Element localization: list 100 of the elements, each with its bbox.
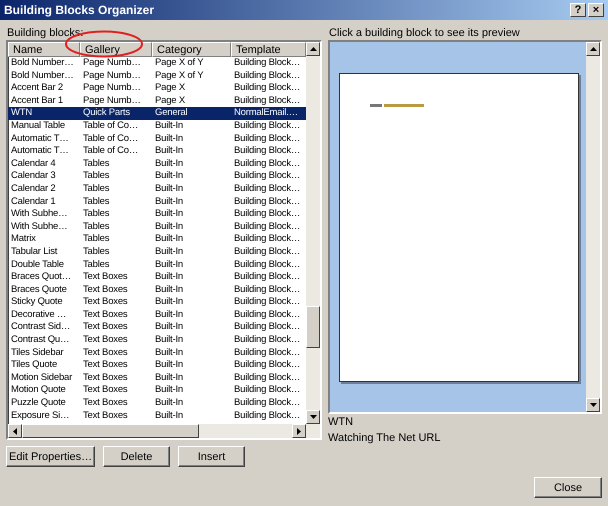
table-cell-text: WTN (10, 107, 34, 120)
table-cell-text: Built-In (154, 359, 184, 372)
table-cell-text: Built-In (154, 334, 184, 347)
table-cell-text: Tables (82, 233, 110, 246)
table-row[interactable]: Bold Number… Page Numb… Page X of Y Building Block… (8, 70, 306, 82)
scrollbar-thumb[interactable] (306, 306, 320, 348)
table-cell-text: Built-In (154, 372, 184, 384)
table-cell-text: Built-In (154, 346, 184, 360)
table-cell-text: Building Block… (233, 308, 302, 322)
table-row[interactable]: With Subhe… Tables Built-In Building Block… (8, 208, 306, 221)
table-row[interactable]: Motion Quote Text Boxes Built-In Building Block… (8, 384, 306, 398)
table-cell-text: Sticky Quote (10, 296, 64, 309)
table-row[interactable]: Exposure Si… Text Boxes Built-In Building Block… (8, 410, 306, 422)
preview-text-line (370, 104, 424, 107)
table-cell-text: Built-In (154, 182, 184, 196)
preview-hint: Click a building block to see its preview (328, 26, 521, 40)
table-cell-text: Text Boxes (82, 284, 128, 296)
table-row[interactable]: Decorative … Text Boxes Built-In Building Block… (8, 308, 306, 322)
table-cell-text: Tables (82, 158, 110, 170)
help-button[interactable]: ? (570, 3, 586, 17)
dialog-button[interactable]: Insert (178, 446, 245, 467)
dialog-button[interactable]: Delete (103, 446, 170, 467)
table-cell-text: Page X of Y (154, 70, 204, 82)
table-cell-text: Text Boxes (82, 296, 128, 309)
table-cell-text: Building Block… (233, 258, 302, 272)
table-cell-text: Built-In (154, 410, 184, 422)
column-header[interactable]: Category (152, 42, 231, 57)
table-cell-text: Built-In (154, 233, 184, 246)
table-row[interactable]: Manual Table Table of Co… Built-In Building Block… (8, 120, 306, 133)
table-cell-text: Page X (154, 94, 186, 108)
table-cell-text: Quick Parts (82, 107, 131, 120)
table-cell-text: Building Block… (233, 120, 302, 133)
table-row[interactable]: Calendar 4 Tables Built-In Building Block… (8, 158, 306, 170)
table-cell-text: Built-In (154, 296, 184, 309)
table-cell-text: Built-In (154, 258, 184, 272)
table-cell-text: Automatic T… (10, 145, 70, 158)
table-cell-text: Text Boxes (82, 359, 128, 372)
table-cell-text: Exposure Si… (10, 410, 70, 422)
table-cell-text: Built-In (154, 321, 184, 334)
table-row[interactable]: Automatic T… Table of Co… Built-In Building Block… (8, 132, 306, 146)
table-row[interactable]: Double Table Tables Built-In Building Block… (8, 258, 306, 272)
table-row[interactable]: Calendar 3 Tables Built-In Building Block… (8, 170, 306, 183)
table-cell-text: With Subhe… (10, 220, 68, 234)
table-cell-text: Building Block… (233, 359, 302, 372)
table-row[interactable]: Tiles Quote Text Boxes Built-In Building Block… (8, 359, 306, 372)
table-row[interactable]: Puzzle Quote Text Boxes Built-In Building Block… (8, 397, 306, 410)
table-cell-text: Braces Quote (10, 284, 68, 296)
table-row[interactable]: With Subhe… Tables Built-In Building Block… (8, 220, 306, 234)
table-row[interactable]: Tabular List Tables Built-In Building Block… (8, 246, 306, 258)
table-row[interactable]: Matrix Tables Built-In Building Block… (8, 233, 306, 246)
table-cell-text: Building Block… (233, 372, 302, 384)
table-cell-text: Tables (82, 170, 110, 183)
close-button[interactable]: Close (534, 477, 602, 498)
scroll-left-icon (13, 428, 17, 434)
table-cell-text: Motion Sidebar (10, 372, 74, 384)
table-cell-text: Building Block… (233, 182, 302, 196)
table-cell-text: Building Block… (233, 57, 302, 70)
scroll-right-icon (297, 428, 301, 434)
scrollbar-thumb[interactable] (22, 424, 199, 438)
table-row[interactable]: Accent Bar 1 Page Numb… Page X Building Block… (8, 94, 306, 108)
table-row[interactable]: Tiles Sidebar Text Boxes Built-In Building Block… (8, 346, 306, 360)
table-row[interactable]: Motion Sidebar Text Boxes Built-In Building Block… (8, 372, 306, 384)
table-row[interactable]: Bold Number… Page Numb… Page X of Y Building Block… (8, 57, 306, 70)
table-cell-text: Puzzle Quote (10, 397, 67, 410)
dialog-button[interactable]: Edit Properties… (6, 446, 95, 467)
table-cell-text: Text Boxes (82, 397, 128, 410)
vertical-scrollbar[interactable] (306, 42, 320, 424)
table-row[interactable]: Contrast Qu… Text Boxes Built-In Building Block… (8, 334, 306, 347)
table-row[interactable]: Contrast Sid… Text Boxes Built-In Building Block… (8, 321, 306, 334)
table-cell-text: Building Block… (233, 246, 302, 258)
table-row[interactable]: Calendar 2 Tables Built-In Building Block… (8, 182, 306, 196)
column-header[interactable]: Template (231, 42, 306, 57)
table-cell-text: Manual Table (10, 120, 66, 133)
close-button[interactable]: × (588, 3, 604, 17)
window-title: Building Blocks Organizer (4, 3, 154, 17)
table-row[interactable]: Accent Bar 2 Page Numb… Page X Building Block… (8, 82, 306, 95)
table-cell-text: Calendar 3 (10, 170, 56, 183)
table-row[interactable]: Automatic T… Table of Co… Built-In Building Block… (8, 145, 306, 158)
table-row[interactable]: Sticky Quote Text Boxes Built-In Building Block… (8, 296, 306, 309)
table-cell-text: Building Block… (233, 397, 302, 410)
table-cell-text: Building Block… (233, 334, 302, 347)
table-cell-text: Built-In (154, 196, 184, 208)
table-cell-text: Building Block… (233, 271, 302, 284)
table-row[interactable]: Braces Quote Text Boxes Built-In Building Block… (8, 284, 306, 296)
table-row[interactable]: Braces Quot… Text Boxes Built-In Building Block… (8, 271, 306, 284)
table-cell-text: Bold Number… (10, 57, 75, 70)
table-cell-text: Tables (82, 220, 110, 234)
preview-scrollbar[interactable] (586, 42, 600, 412)
table-row[interactable]: WTN Quick Parts General NormalEmail.… (8, 107, 306, 120)
table-cell-text: Page Numb… (82, 82, 142, 95)
table-cell-text: Building Block… (233, 145, 302, 158)
table-cell-text: Tables (82, 258, 110, 272)
table-cell-text: General (154, 107, 188, 120)
table-cell-text: Built-In (154, 397, 184, 410)
table-cell-text: Motion Quote (10, 384, 67, 398)
table-row[interactable]: Calendar 1 Tables Built-In Building Block… (8, 196, 306, 208)
table-cell-text: Contrast Sid… (10, 321, 72, 334)
column-header[interactable]: Name (8, 42, 80, 57)
table-cell-text: Built-In (154, 284, 184, 296)
table-cell-text: Building Block… (233, 296, 302, 309)
